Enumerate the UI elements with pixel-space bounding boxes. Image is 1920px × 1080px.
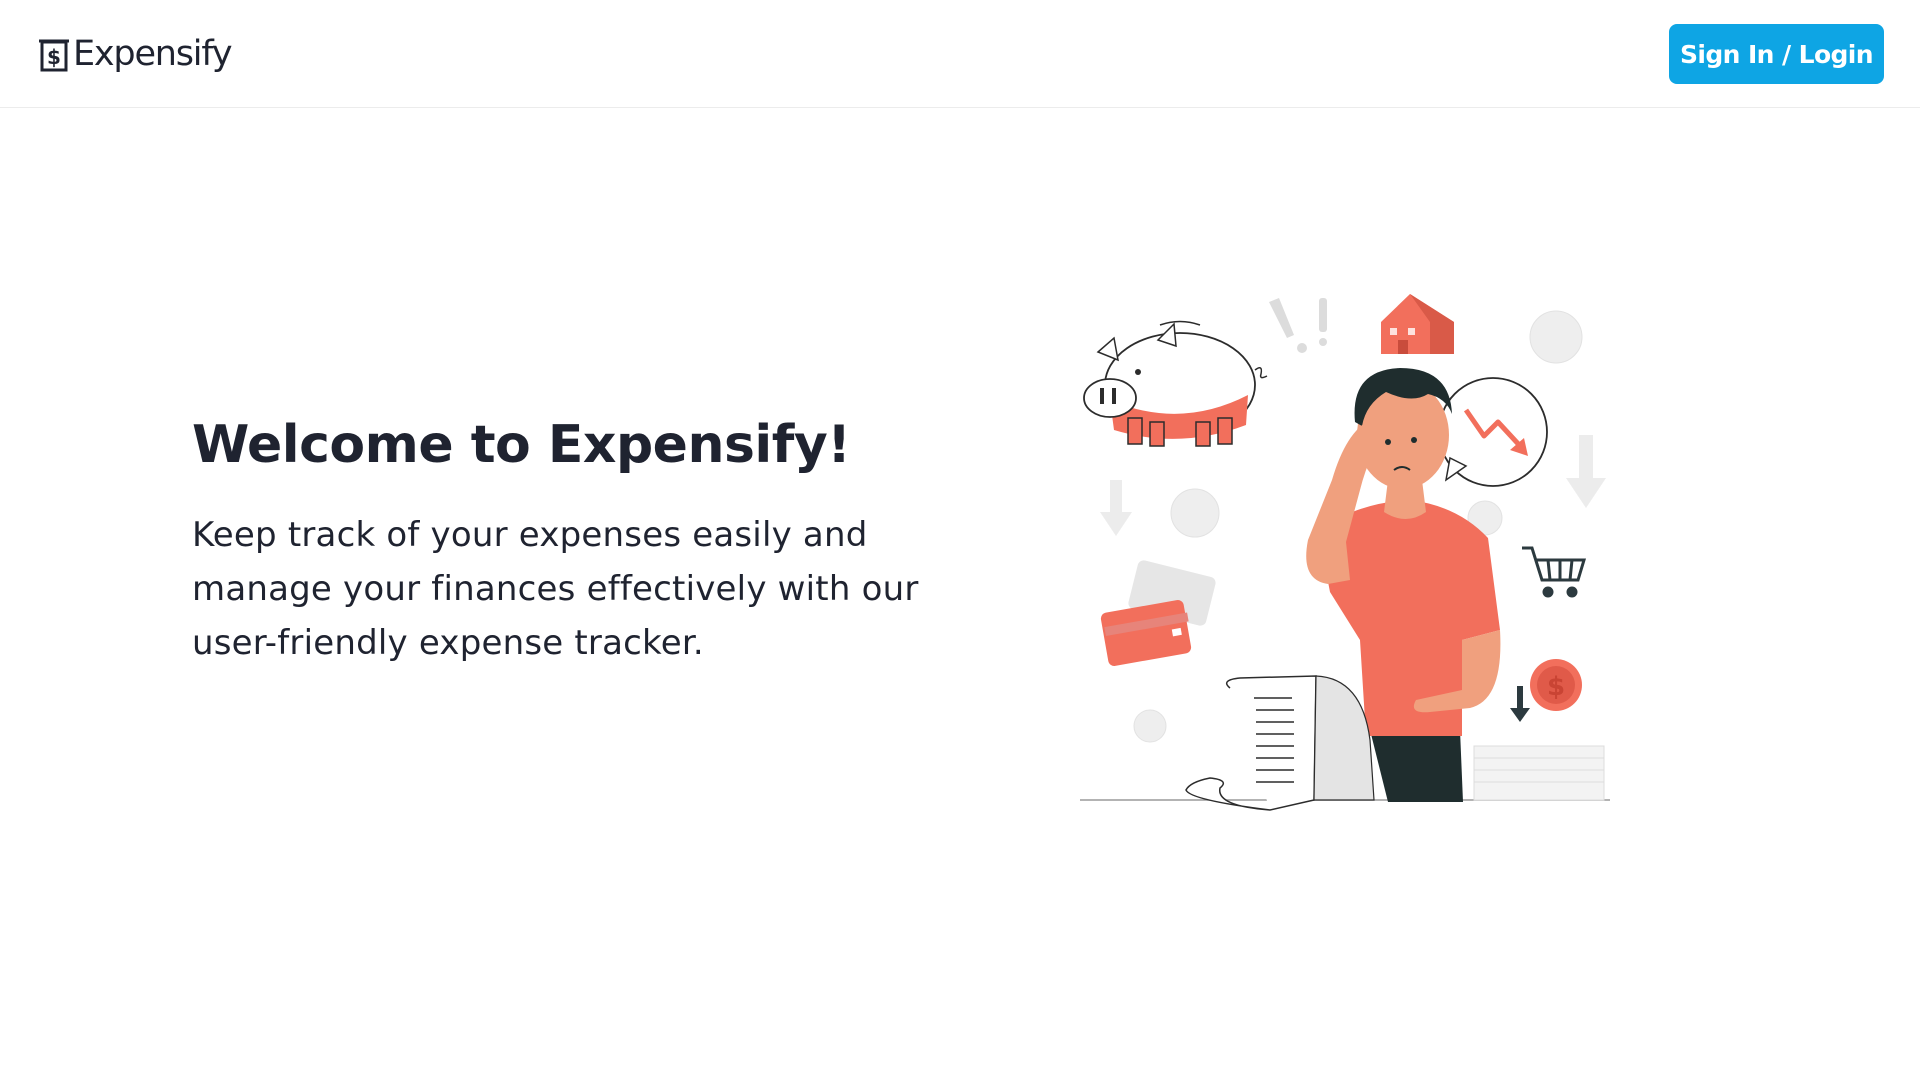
dollar-receipt-icon: $ [39, 39, 69, 72]
top-navbar: $ Expensify Sign In / Login [0, 0, 1920, 108]
svg-text:$: $ [47, 45, 61, 69]
shopping-cart-icon [1522, 546, 1587, 598]
stressed-man-finances-illustration: $ [1080, 294, 1610, 811]
receipt-icon [1185, 675, 1375, 811]
page-title: Welcome to Expensify! [192, 415, 851, 475]
dollar-coin-icon: $ [1510, 659, 1582, 722]
hero-description: Keep track of your expenses easily and m… [192, 515, 919, 663]
paper-stack-icon [1473, 745, 1605, 801]
brand-name: Expensify [73, 34, 233, 74]
sign-in-button[interactable]: Sign In / Login [1669, 24, 1884, 84]
downtrend-bubble-icon [1438, 377, 1548, 487]
piggy-bank-icon [1083, 320, 1268, 447]
house-icon [1381, 294, 1454, 354]
svg-text:$: $ [1547, 672, 1565, 702]
credit-card-icon [1100, 560, 1216, 666]
brand-logo[interactable]: $ Expensify [39, 34, 233, 74]
exclamation-icon [1269, 298, 1327, 353]
